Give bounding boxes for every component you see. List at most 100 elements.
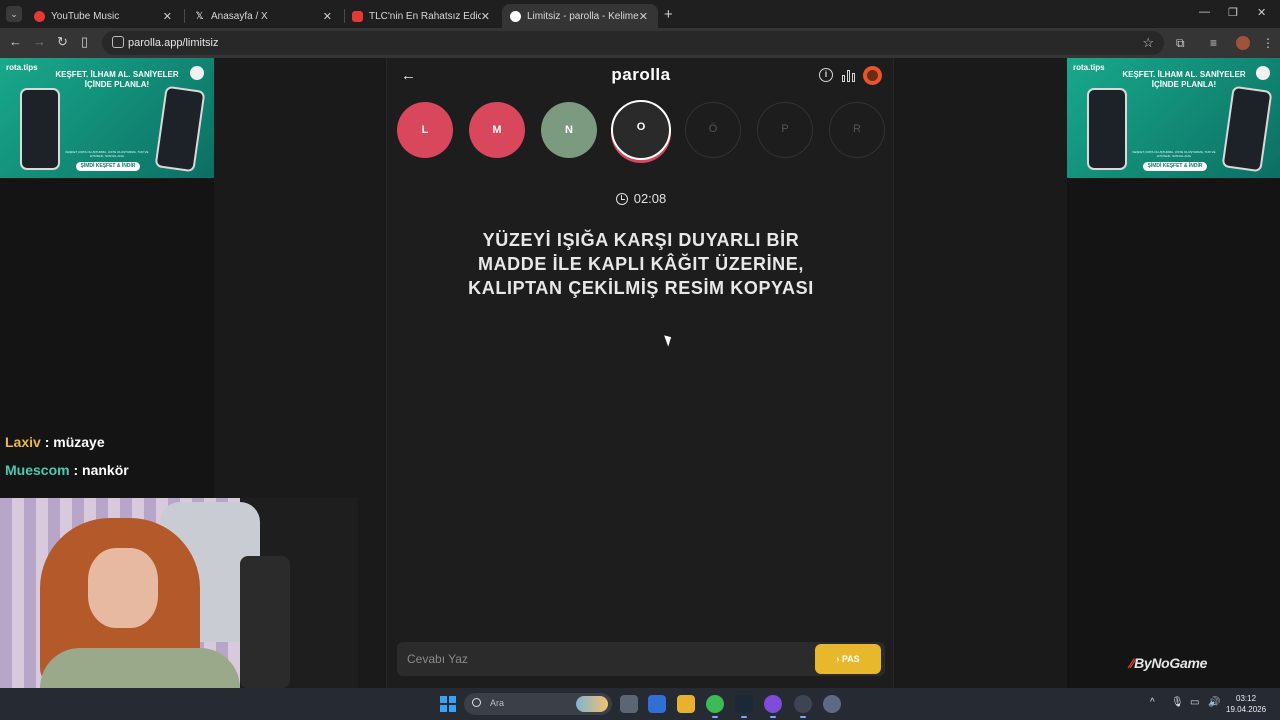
restore-icon[interactable]: ❐ bbox=[1228, 6, 1238, 19]
answer-bar: › PAS bbox=[397, 642, 885, 676]
tray-overflow-icon[interactable]: ^ bbox=[1150, 697, 1155, 708]
steam-icon[interactable] bbox=[735, 695, 753, 718]
user-avatar[interactable] bbox=[863, 66, 882, 85]
left-ad-banner[interactable]: rota.tips KEŞFET. İLHAM AL. SANİYELER İÇ… bbox=[0, 58, 214, 178]
right-ad-banner[interactable]: rota.tips KEŞFET. İLHAM AL. SANİYELER İÇ… bbox=[1067, 58, 1280, 178]
tab-tlc-video[interactable]: TLC'nin En Rahatsız Edici Progr ✕ bbox=[344, 4, 500, 28]
chrome-icon[interactable] bbox=[706, 695, 724, 718]
ad-headline: KEŞFET. İLHAM AL. SANİYELER İÇİNDE PLANL… bbox=[55, 70, 179, 89]
tab-parolla[interactable]: Limitsiz - parolla - Kelime oyunu ✕ bbox=[502, 4, 658, 28]
letter-circle-o-current: O bbox=[611, 100, 671, 160]
chat-username: Laxiv bbox=[5, 434, 41, 450]
address-bar[interactable]: parolla.app/limitsiz ☆ bbox=[102, 31, 1164, 55]
tab-title: Limitsiz - parolla - Kelime oyunu bbox=[527, 10, 639, 22]
chevron-right-icon: › bbox=[836, 654, 840, 664]
chat-message: Laxiv : müzaye bbox=[5, 433, 129, 461]
right-ad-rail: rota.tips KEŞFET. İLHAM AL. SANİYELER İÇ… bbox=[1067, 58, 1280, 688]
close-icon[interactable]: ✕ bbox=[163, 10, 172, 23]
side-panel-icon[interactable]: ▯ bbox=[81, 34, 88, 50]
task-view-icon[interactable] bbox=[620, 695, 638, 713]
timer-value: 02:08 bbox=[633, 191, 667, 206]
game-panel: ← parolla i L M N O Ö P R 02:08 YÜZEYİ I… bbox=[386, 58, 894, 688]
letter-circle-p: P bbox=[757, 102, 813, 158]
volume-icon[interactable]: 🔊 bbox=[1208, 697, 1220, 708]
obs-icon[interactable] bbox=[764, 695, 782, 718]
x-logo-icon: 𝕏 bbox=[195, 10, 204, 22]
ad-brand: rota.tips bbox=[1073, 63, 1105, 72]
taskbar-search[interactable]: Ara bbox=[464, 693, 612, 715]
microphone-icon[interactable]: 🎙 bbox=[1171, 697, 1184, 708]
tab-youtube-music[interactable]: YouTube Music ✕ bbox=[26, 4, 182, 28]
profile-avatar[interactable] bbox=[1236, 36, 1250, 50]
search-icon bbox=[472, 698, 481, 707]
windows-taskbar: Ara ^ 🎙 ▭ 🔊 03:12 19.04.2026 bbox=[0, 688, 1280, 720]
pass-label: PAS bbox=[841, 654, 860, 664]
stats-icon[interactable] bbox=[842, 69, 856, 82]
letter-circle-r: R bbox=[829, 102, 885, 158]
close-icon[interactable]: ✕ bbox=[323, 10, 332, 23]
windows-start-icon[interactable] bbox=[440, 696, 456, 712]
tab-search-button[interactable]: ⌄ bbox=[6, 6, 22, 22]
browser-toolbar: ← → ↻ ▯ parolla.app/limitsiz ☆ ⧉ ≡ ⋮ bbox=[0, 28, 1280, 58]
tab-title: Anasayfa / X bbox=[211, 10, 268, 22]
minimize-icon[interactable]: — bbox=[1199, 6, 1210, 18]
letter-circle-l: L bbox=[397, 102, 453, 158]
close-icon[interactable]: ✕ bbox=[639, 10, 648, 23]
ad-cta-button[interactable]: ŞİMDİ KEŞFET & İNDİR bbox=[76, 162, 140, 171]
tab-separator bbox=[184, 9, 185, 23]
network-icon[interactable]: ▭ bbox=[1190, 697, 1199, 708]
file-explorer-icon[interactable] bbox=[677, 695, 695, 713]
answer-input[interactable] bbox=[397, 642, 807, 676]
chat-text: müzaye bbox=[53, 434, 105, 450]
browser-tab-bar: ⌄ YouTube Music ✕ 𝕏 Anasayfa / X ✕ TLC'n… bbox=[0, 0, 1280, 28]
store-icon[interactable] bbox=[648, 695, 666, 713]
chat-separator: : bbox=[40, 434, 54, 450]
question-line: MADDE İLE KAPLI KÂĞIT ÜZERİNE, bbox=[477, 254, 804, 274]
phone-mockup bbox=[1087, 88, 1127, 170]
parolla-favicon-icon bbox=[510, 10, 521, 22]
question-text: YÜZEYİ IŞIĞA KARŞI DUYARLI BİR MADDE İLE… bbox=[427, 228, 855, 300]
extensions-icon[interactable]: ⧉ bbox=[1176, 36, 1185, 51]
chat-text: nankör bbox=[82, 462, 129, 478]
url-text: parolla.app/limitsiz bbox=[128, 37, 219, 49]
channel-watermark: ⁄⁄ByNoGame bbox=[1130, 655, 1207, 671]
tab-x[interactable]: 𝕏 Anasayfa / X ✕ bbox=[186, 4, 342, 28]
media-controls-icon[interactable]: ≡ bbox=[1210, 36, 1217, 50]
clock-icon bbox=[615, 193, 628, 205]
chat-username: Muescom bbox=[5, 462, 70, 478]
bookmark-star-icon[interactable]: ☆ bbox=[1142, 35, 1154, 51]
close-window-icon[interactable]: ✕ bbox=[1257, 6, 1266, 19]
reload-icon[interactable]: ↻ bbox=[57, 34, 68, 50]
forward-icon[interactable]: → bbox=[33, 34, 46, 49]
question-line: YÜZEYİ IŞIĞA KARŞI DUYARLI BİR bbox=[482, 230, 800, 250]
ad-subtext: KEŞFET, ROTA OLUŞTURMA, LİSTE OLUŞTURMA,… bbox=[65, 150, 149, 158]
ad-cta-button[interactable]: ŞİMDİ KEŞFET & İNDİR bbox=[1143, 162, 1207, 171]
ad-badge-icon bbox=[190, 66, 204, 80]
pass-button[interactable]: › PAS bbox=[815, 644, 881, 674]
ad-headline: KEŞFET. İLHAM AL. SANİYELER İÇİNDE PLANL… bbox=[1122, 70, 1246, 89]
close-icon[interactable]: ✕ bbox=[481, 10, 490, 23]
site-info-icon[interactable] bbox=[112, 36, 124, 48]
settings-gear-icon[interactable] bbox=[823, 695, 841, 713]
phone-mockup bbox=[20, 88, 60, 170]
app-icon[interactable] bbox=[794, 695, 812, 718]
letter-circle-n: N bbox=[541, 102, 597, 158]
ad-subtext: KEŞFET, ROTA OLUŞTURMA, LİSTE OLUŞTURMA,… bbox=[1132, 150, 1216, 158]
system-clock[interactable]: 03:12 19.04.2026 bbox=[1226, 693, 1266, 715]
new-tab-button[interactable]: + bbox=[664, 6, 673, 23]
info-icon[interactable]: i bbox=[819, 68, 833, 82]
clock-date: 19.04.2026 bbox=[1226, 705, 1267, 714]
watermark-text: ByNoGame bbox=[1134, 655, 1208, 671]
letter-circle-m: M bbox=[469, 102, 525, 158]
clock-time: 03:12 bbox=[1236, 694, 1257, 703]
back-icon[interactable]: ← bbox=[9, 34, 22, 49]
phone-mockup bbox=[1221, 85, 1273, 173]
phone-mockup bbox=[154, 85, 206, 173]
ad-brand: rota.tips bbox=[6, 63, 38, 72]
ad-badge-icon bbox=[1256, 66, 1270, 80]
letter-circle-o-umlaut: Ö bbox=[685, 102, 741, 158]
search-placeholder: Ara bbox=[490, 698, 505, 708]
question-line: KALIPTAN ÇEKİLMİŞ RESİM KOPYASI bbox=[468, 278, 814, 298]
menu-icon[interactable]: ⋮ bbox=[1262, 36, 1274, 50]
search-highlight-image bbox=[576, 696, 608, 712]
